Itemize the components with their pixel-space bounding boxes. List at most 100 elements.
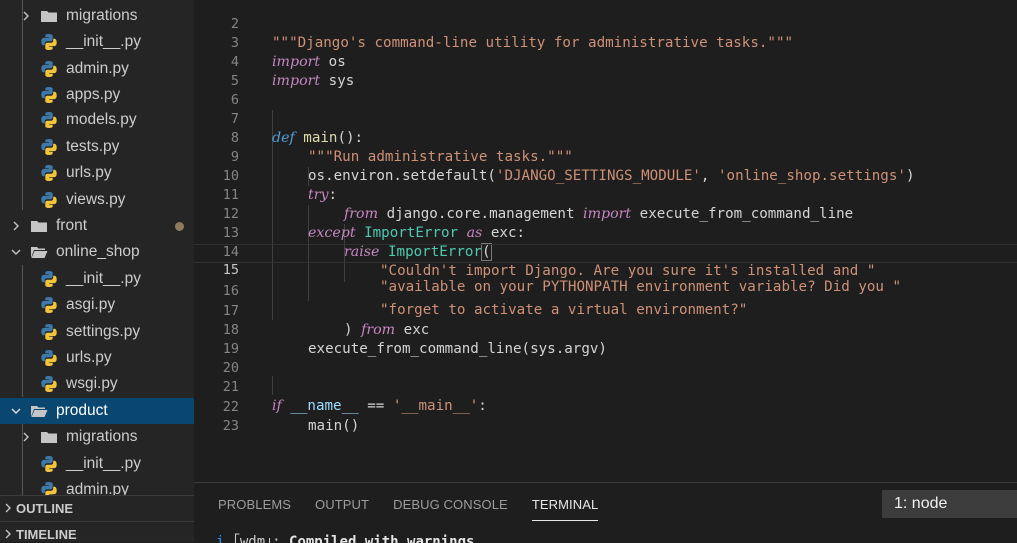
code-token: main() (308, 418, 360, 434)
python-file-icon (40, 296, 58, 314)
chevron-right-icon (20, 424, 32, 450)
python-file-icon (40, 86, 58, 104)
tree-item-file[interactable]: urls.py (0, 345, 194, 371)
tab-problems[interactable]: PROBLEMS (218, 483, 291, 523)
tree-item-label: __init__.py (66, 455, 141, 472)
python-file-icon (40, 60, 58, 78)
tab-debug-console[interactable]: DEBUG CONSOLE (393, 483, 508, 523)
code-line: 17 ) from exc (194, 283, 1017, 338)
code-line: 21 if __name__ == '__main__': (194, 359, 1017, 414)
explorer-sidebar: migrations __init__.py admin.py apps.py … (0, 0, 194, 542)
python-file-icon (40, 33, 58, 51)
tree-item-file[interactable]: __init__.py (0, 266, 194, 292)
tree-item-file[interactable]: __init__.py (0, 29, 194, 55)
tree-item-label: __init__.py (66, 33, 141, 50)
code-line: 10 try: (194, 148, 1017, 203)
line-number: 23 (222, 418, 239, 434)
tree-item-file[interactable]: asgi.py (0, 292, 194, 318)
tab-terminal[interactable]: TERMINAL (531, 483, 599, 523)
outline-section-label: OUTLINE (16, 500, 74, 516)
folder-open-icon (30, 245, 48, 259)
tree-item-file[interactable]: __init__.py (0, 451, 194, 477)
chevron-right-icon (2, 521, 14, 542)
tree-item-front[interactable]: front (0, 213, 194, 239)
code-line: 20 (194, 340, 1017, 376)
code-line-current: 15 "available on your PYTHONPATH environ… (194, 244, 1017, 295)
tree-item-label: product (56, 402, 108, 419)
tree-item-label: models.py (66, 111, 137, 128)
folder-icon (30, 219, 48, 233)
terminal-output-line: i ｢wdm｣: Compiled with warnings. (216, 531, 483, 543)
tree-item-file[interactable]: urls.py (0, 160, 194, 186)
tree-item-label: migrations (66, 7, 138, 24)
tree-item-file[interactable]: settings.py (0, 319, 194, 345)
code-line: 7 def main(): (194, 91, 1017, 146)
code-line: 19 (194, 321, 1017, 357)
code-line: 23 (194, 398, 1017, 434)
chevron-down-icon (10, 239, 22, 265)
code-line: 14 "Couldn't import Django. Are you sure… (194, 224, 1017, 279)
tree-item-online-shop[interactable]: online_shop (0, 239, 194, 265)
tree-item-label: urls.py (66, 164, 112, 181)
tree-item-file[interactable]: tests.py (0, 134, 194, 160)
python-file-icon (40, 349, 58, 367)
code-line: 22 main() (194, 379, 1017, 434)
python-file-icon (40, 270, 58, 288)
code-line: 11 from django.core.management import ex… (194, 167, 1017, 222)
tree-item-label: apps.py (66, 86, 121, 103)
python-file-icon (40, 138, 58, 156)
code-line: 5 (194, 53, 1017, 89)
tree-item-migrations[interactable]: migrations (0, 3, 194, 29)
tree-item-product[interactable]: product (0, 398, 194, 424)
code-line: 9 os.environ.setdefault('DJANGO_SETTINGS… (194, 129, 1017, 184)
tree-item-file[interactable]: apps.py (0, 82, 194, 108)
code-line: 12 except ImportError as exc: (194, 186, 1017, 241)
tree-item-label: urls.py (66, 349, 112, 366)
tree-item-file[interactable]: wsgi.py (0, 371, 194, 397)
python-file-icon (40, 164, 58, 182)
tree-item-file[interactable]: admin.py (0, 56, 194, 82)
code-line: 4 import sys (194, 34, 1017, 89)
bottom-panel: PROBLEMS OUTPUT DEBUG CONSOLE TERMINAL 1… (194, 482, 1017, 543)
code-line: 13 raise ImportError( (194, 205, 1017, 261)
code-line: 6 (194, 72, 1017, 108)
python-file-icon (40, 455, 58, 473)
tree-item-label: asgi.py (66, 296, 116, 313)
chevron-right-icon (10, 213, 22, 239)
tree-item-label: wsgi.py (66, 375, 118, 392)
chevron-right-icon (20, 3, 32, 29)
chevron-down-icon (10, 398, 22, 424)
terminal-selector[interactable]: 1: node (882, 490, 1017, 518)
code-editor[interactable]: 2 """Django's command-line utility for a… (194, 0, 1017, 482)
tree-item-label: settings.py (66, 323, 141, 340)
tab-output[interactable]: OUTPUT (315, 483, 369, 523)
folder-icon (40, 430, 58, 444)
tree-item-label: tests.py (66, 138, 120, 155)
folder-icon (40, 9, 58, 23)
panel-tabs: PROBLEMS OUTPUT DEBUG CONSOLE TERMINAL (218, 483, 622, 523)
tree-item-label: online_shop (56, 243, 140, 260)
tree-item-label: migrations (66, 428, 138, 445)
tree-item-label: front (56, 217, 88, 234)
code-line: 8 """Run administrative tasks.""" (194, 110, 1017, 165)
tree-item-label: views.py (66, 191, 126, 208)
python-file-icon (40, 323, 58, 341)
code-line: 3 import os (194, 15, 1017, 70)
tree-item-file[interactable]: models.py (0, 107, 194, 133)
python-file-icon (40, 111, 58, 129)
python-file-icon (40, 375, 58, 393)
modified-dot-icon (175, 221, 184, 231)
chevron-right-icon (2, 495, 14, 521)
code-line: 18 execute_from_command_line(sys.argv) (194, 302, 1017, 357)
code-line: 16 "forget to activate a virtual environ… (194, 263, 1017, 318)
timeline-section-label: TIMELINE (16, 526, 77, 542)
python-file-icon (40, 191, 58, 209)
code-line: 2 """Django's command-line utility for a… (194, 0, 1017, 51)
tree-item-file[interactable]: views.py (0, 187, 194, 213)
folder-open-icon (30, 404, 48, 418)
outline-section-header[interactable]: OUTLINE (0, 495, 194, 520)
tree-item-label: admin.py (66, 60, 129, 77)
timeline-section-header[interactable]: TIMELINE (0, 521, 194, 542)
tree-item-label: __init__.py (66, 270, 141, 287)
tree-item-migrations[interactable]: migrations (0, 424, 194, 450)
